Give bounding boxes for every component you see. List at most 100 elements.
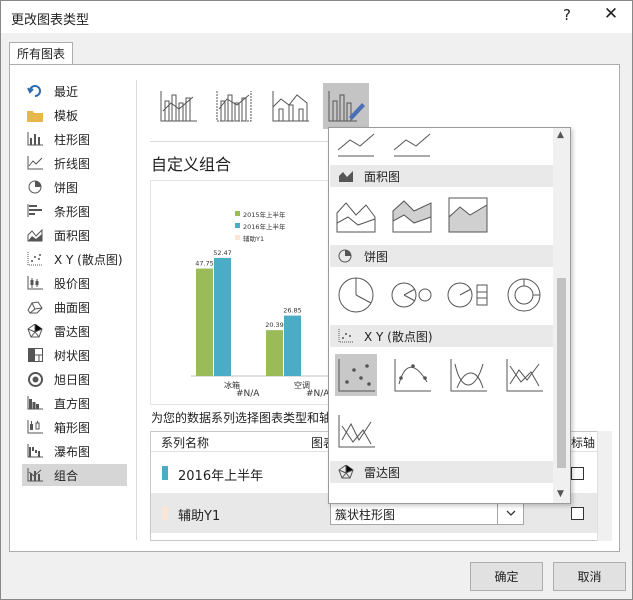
sidebar-item-bar[interactable]: 条形图 xyxy=(22,200,127,222)
tab-all-charts[interactable]: 所有图表 xyxy=(9,42,73,65)
radar-chart-icon xyxy=(26,323,44,339)
chart-bar xyxy=(196,268,213,376)
folder-icon xyxy=(26,107,44,123)
area-thumbnail[interactable] xyxy=(335,194,377,236)
sidebar-item-label: 箱形图 xyxy=(54,420,91,435)
sidebar-item-area[interactable]: 面积图 xyxy=(22,224,127,246)
sidebar-item-label: 直方图 xyxy=(54,396,91,411)
secondary-axis-checkbox[interactable] xyxy=(571,507,584,520)
sidebar-item-scatter[interactable]: X Y (散点图) xyxy=(22,248,127,270)
dialog-title: 更改图表类型 xyxy=(11,13,90,28)
preview-chart-svg: 2015年上半年2016年上半年辅助Y147.7552.47#N/A冰箱20.3… xyxy=(191,210,329,399)
legend-label: 辅助Y1 xyxy=(243,234,264,243)
series-color-swatch xyxy=(162,466,168,480)
secondary-axis-checkbox[interactable] xyxy=(571,467,584,480)
dropdown-section-label: 面积图 xyxy=(364,169,401,184)
sidebar-item-pie[interactable]: 饼图 xyxy=(22,176,127,198)
stacked-area-thumbnail[interactable] xyxy=(391,194,433,236)
sidebar-item-waterfall[interactable]: 瀑布图 xyxy=(22,440,127,462)
header-secondary-axis: 标轴 xyxy=(571,436,596,450)
area-chart-icon xyxy=(338,169,354,183)
clustered-column-line-icon[interactable] xyxy=(155,83,201,129)
chevron-down-icon[interactable] xyxy=(497,502,523,524)
help-button[interactable]: ? xyxy=(557,6,577,24)
sidebar-item-label: 曲面图 xyxy=(54,300,91,315)
bar-data-label: 20.39 xyxy=(265,321,284,329)
legend-swatch xyxy=(235,235,240,240)
sidebar-item-box[interactable]: 箱形图 xyxy=(22,416,127,438)
line-chart-icon xyxy=(26,155,44,171)
area-chart-icon xyxy=(26,227,44,243)
sidebar-item-stock[interactable]: 股价图 xyxy=(22,272,127,294)
sidebar-item-histogram[interactable]: 直方图 xyxy=(22,392,127,414)
stock-chart-icon xyxy=(26,275,44,291)
custom-combination-icon[interactable] xyxy=(323,83,369,129)
radar-markers-thumbnail[interactable] xyxy=(391,490,433,503)
sidebar-item-recent[interactable]: 最近 xyxy=(22,80,127,102)
dropdown-section-label: X Y (散点图) xyxy=(364,329,433,344)
grid-scrollbar[interactable] xyxy=(597,431,612,541)
scatter-chart-icon xyxy=(26,251,44,267)
sidebar-item-sunburst[interactable]: 旭日图 xyxy=(22,368,127,390)
sidebar-item-label: 旭日图 xyxy=(54,372,91,387)
sidebar-item-templates[interactable]: 模板 xyxy=(22,104,127,126)
sidebar-item-label: 雷达图 xyxy=(54,324,91,339)
pie-thumbnail[interactable] xyxy=(335,274,377,316)
pie-chart-icon xyxy=(26,179,44,195)
chart-type-value: 簇状柱形图 xyxy=(335,508,396,522)
page-title: 自定义组合 xyxy=(151,155,232,174)
dropdown-scrollbar[interactable]: ▲ ▼ xyxy=(553,128,570,503)
scatter-thumbnail[interactable] xyxy=(335,354,377,396)
sidebar-item-radar[interactable]: 雷达图 xyxy=(22,320,127,342)
histogram-chart-icon xyxy=(26,395,44,411)
sidebar-item-label: 条形图 xyxy=(54,204,91,219)
clustered-column-line-secondary-axis-icon[interactable] xyxy=(211,83,257,129)
dropdown-section-label: 雷达图 xyxy=(364,465,401,480)
sidebar-item-label: 最近 xyxy=(54,84,79,99)
scrollbar-thumb[interactable] xyxy=(557,278,566,468)
chart-type-select[interactable]: 簇状柱形图 xyxy=(330,501,524,525)
line-thumbnail[interactable] xyxy=(391,128,433,164)
doughnut-thumbnail[interactable] xyxy=(503,274,545,316)
filled-radar-thumbnail[interactable] xyxy=(447,490,489,503)
stacked-area-clustered-column-icon[interactable] xyxy=(267,83,313,129)
dropdown-section-label: 饼图 xyxy=(364,249,389,264)
ok-button[interactable]: 确定 xyxy=(470,562,543,591)
percent-stacked-area-thumbnail[interactable] xyxy=(447,194,489,236)
surface-chart-icon xyxy=(26,299,44,315)
cancel-button[interactable]: 取消 xyxy=(553,562,626,591)
sidebar-item-label: 瀑布图 xyxy=(54,444,91,459)
scatter-smooth-markers-thumbnail[interactable] xyxy=(391,354,433,396)
bar-data-label: 52.47 xyxy=(213,249,232,257)
scatter-chart-icon xyxy=(338,329,354,343)
category-tick-label: 空调 xyxy=(294,380,310,390)
sidebar-item-label: 树状图 xyxy=(54,348,91,363)
scroll-up-icon[interactable]: ▲ xyxy=(557,130,564,140)
sidebar-item-label: 股价图 xyxy=(54,276,91,291)
pie-of-pie-thumbnail[interactable] xyxy=(391,274,433,316)
line-thumbnail[interactable] xyxy=(335,128,377,164)
legend-swatch xyxy=(235,211,240,216)
legend-swatch xyxy=(235,223,240,228)
header-series-name: 系列名称 xyxy=(161,436,210,450)
scroll-down-icon[interactable]: ▼ xyxy=(557,489,564,499)
radar-thumbnail[interactable] xyxy=(335,490,377,503)
sidebar-item-treemap[interactable]: 树状图 xyxy=(22,344,127,366)
sidebar-item-combo[interactable]: 组合 xyxy=(22,464,127,486)
dropdown-section-area: 面积图 xyxy=(330,165,553,187)
sidebar-item-label: 组合 xyxy=(54,468,79,483)
change-chart-type-dialog: 更改图表类型 ? ✕ 所有图表 最近 模板 柱形图 折线图 饼图 条形图 面积图… xyxy=(0,0,633,600)
bar-of-pie-thumbnail[interactable] xyxy=(447,274,489,316)
series-color-swatch xyxy=(162,506,168,520)
sidebar-item-label: 面积图 xyxy=(54,228,91,243)
sidebar-divider xyxy=(136,80,137,540)
sidebar-item-surface[interactable]: 曲面图 xyxy=(22,296,127,318)
sidebar-item-line[interactable]: 折线图 xyxy=(22,152,127,174)
sidebar-item-label: 折线图 xyxy=(54,156,91,171)
sidebar-item-column[interactable]: 柱形图 xyxy=(22,128,127,150)
scatter-straight-lines-thumbnail[interactable] xyxy=(335,410,377,452)
scatter-smooth-lines-thumbnail[interactable] xyxy=(447,354,489,396)
close-button[interactable]: ✕ xyxy=(599,4,623,24)
scatter-straight-markers-thumbnail[interactable] xyxy=(503,354,545,396)
series-caption: 为您的数据系列选择图表类型和轴 xyxy=(151,411,331,425)
